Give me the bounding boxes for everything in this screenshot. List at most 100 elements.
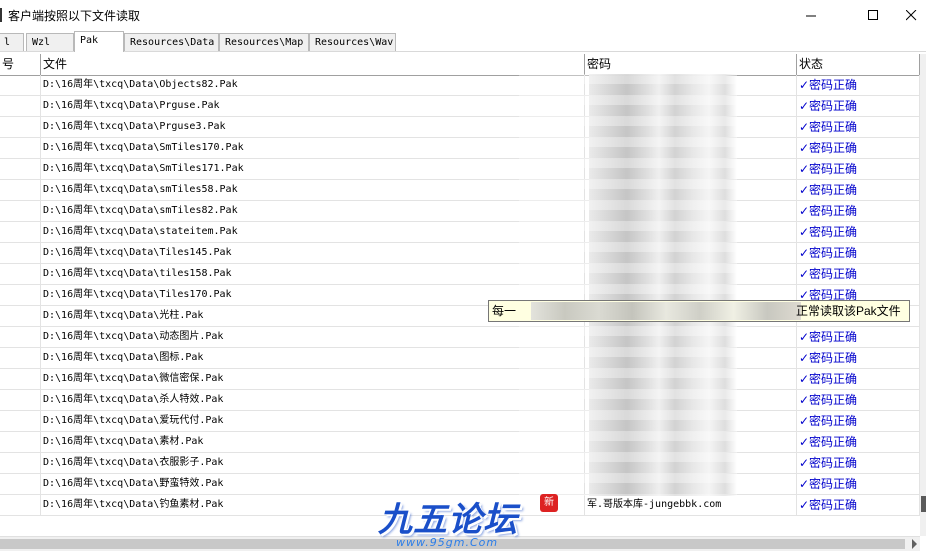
cell-file: D:\16周年\txcq\Data\Prguse3.Pak (41, 117, 585, 137)
tooltip-right-text: 正常读取该Pak文件 (796, 304, 901, 318)
cell-index (0, 243, 41, 263)
cell-file: D:\16周年\txcq\Data\素材.Pak (41, 432, 585, 452)
cell-status: ✓密码正确 (797, 390, 920, 410)
cell-index (0, 222, 41, 242)
cell-file: D:\16周年\txcq\Data\野蛮特效.Pak (41, 474, 585, 494)
vertical-scrollbar[interactable] (920, 54, 926, 536)
tab-resources-data[interactable]: Resources\Data (124, 33, 219, 51)
column-header-index[interactable]: 号 (0, 54, 41, 75)
table-row[interactable]: D:\16周年\txcq\Data\动态图片.Pak ✓密码正确 (0, 327, 920, 348)
cell-index (0, 327, 41, 347)
tab-resources-map[interactable]: Resources\Map (219, 33, 309, 51)
watermark-logo-text: 九五论坛 (378, 500, 518, 540)
title-bar: 客户端按照以下文件读取 (0, 0, 926, 30)
column-header-file[interactable]: 文件 (41, 54, 585, 75)
minimize-icon (805, 15, 816, 16)
cell-status: ✓密码正确 (797, 180, 920, 200)
cell-index (0, 159, 41, 179)
cell-index (0, 117, 41, 137)
cell-status: ✓密码正确 (797, 453, 920, 473)
table-row[interactable]: D:\16周年\txcq\Data\图标.Pak ✓密码正确 (0, 348, 920, 369)
close-button[interactable] (896, 0, 926, 30)
table-row[interactable]: D:\16周年\txcq\Data\衣服影子.Pak ✓密码正确 (0, 453, 920, 474)
scroll-right-arrow-icon[interactable] (912, 539, 917, 549)
cell-index (0, 432, 41, 452)
cell-status: ✓密码正确 (797, 264, 920, 284)
cell-status: ✓密码正确 (797, 327, 920, 347)
cell-index (0, 201, 41, 221)
table-row[interactable]: D:\16周年\txcq\Data\Tiles145.Pak ✓密码正确 (0, 243, 920, 264)
maximize-icon (867, 9, 878, 20)
cell-status: ✓密码正确 (797, 348, 920, 368)
cell-index (0, 369, 41, 389)
cell-status: ✓密码正确 (797, 201, 920, 221)
column-header-password[interactable]: 密码 (585, 54, 797, 75)
tab-first[interactable]: l (0, 33, 24, 51)
table-row[interactable]: D:\16周年\txcq\Data\Objects82.Pak ✓密码正确 (0, 75, 920, 96)
table-row[interactable]: D:\16周年\txcq\Data\smTiles82.Pak ✓密码正确 (0, 201, 920, 222)
cell-file: D:\16周年\txcq\Data\Prguse.Pak (41, 96, 585, 116)
table-row[interactable]: D:\16周年\txcq\Data\smTiles58.Pak ✓密码正确 (0, 180, 920, 201)
column-header-status[interactable]: 状态 (797, 54, 920, 75)
cell-status: ✓密码正确 (797, 369, 920, 389)
cell-status: ✓密码正确 (797, 75, 920, 95)
cell-index (0, 348, 41, 368)
cell-file: D:\16周年\txcq\Data\微信密保.Pak (41, 369, 585, 389)
table-row[interactable]: D:\16周年\txcq\Data\杀人特效.Pak ✓密码正确 (0, 390, 920, 411)
app-icon (0, 8, 2, 22)
cell-file: D:\16周年\txcq\Data\动态图片.Pak (41, 327, 585, 347)
table-row[interactable]: D:\16周年\txcq\Data\stateitem.Pak ✓密码正确 (0, 222, 920, 243)
cell-status: ✓密码正确 (797, 243, 920, 263)
table-row[interactable]: D:\16周年\txcq\Data\爱玩代付.Pak ✓密码正确 (0, 411, 920, 432)
cell-file: D:\16周年\txcq\Data\smTiles82.Pak (41, 201, 585, 221)
cell-index (0, 495, 41, 515)
table-row[interactable]: D:\16周年\txcq\Data\SmTiles171.Pak ✓密码正确 (0, 159, 920, 180)
tab-resources-wav[interactable]: Resources\Wav (309, 33, 396, 51)
cell-index (0, 306, 41, 326)
minimize-button[interactable] (788, 0, 834, 30)
file-table[interactable]: 号 文件 密码 状态 D:\16周年\txcq\Data\Objects82.P… (0, 54, 920, 516)
tooltip-left-text: 每一 (492, 304, 517, 318)
tab-pak[interactable]: Pak (74, 31, 124, 52)
cell-index (0, 453, 41, 473)
table-row[interactable]: D:\16周年\txcq\Data\SmTiles170.Pak ✓密码正确 (0, 138, 920, 159)
tooltip: 每一 正常读取该Pak文件 (488, 300, 910, 322)
cell-file: D:\16周年\txcq\Data\smTiles58.Pak (41, 180, 585, 200)
tab-wzl[interactable]: Wzl (26, 33, 74, 51)
cell-index (0, 411, 41, 431)
cell-file: D:\16周年\txcq\Data\Tiles145.Pak (41, 243, 585, 263)
cell-file: D:\16周年\txcq\Data\stateitem.Pak (41, 222, 585, 242)
cell-file: D:\16周年\txcq\Data\爱玩代付.Pak (41, 411, 585, 431)
cell-index (0, 96, 41, 116)
maximize-button[interactable] (850, 0, 896, 30)
table-row[interactable]: D:\16周年\txcq\Data\Prguse3.Pak ✓密码正确 (0, 117, 920, 138)
vertical-scroll-thumb[interactable] (921, 496, 926, 512)
tab-strip: l Wzl Pak Resources\Data Resources\Map R… (0, 31, 926, 52)
cell-status: ✓密码正确 (797, 474, 920, 494)
cell-file: D:\16周年\txcq\Data\Objects82.Pak (41, 75, 585, 95)
window-title: 客户端按照以下文件读取 (8, 9, 141, 23)
table-row[interactable]: D:\16周年\txcq\Data\Prguse.Pak ✓密码正确 (0, 96, 920, 117)
watermark-logo: 九五论坛 新 www.95gm.Com (374, 492, 564, 552)
cell-password: 军.哥版本库-jungebbk.com (585, 495, 797, 515)
cell-file: D:\16周年\txcq\Data\SmTiles170.Pak (41, 138, 585, 158)
table-row[interactable]: D:\16周年\txcq\Data\素材.Pak ✓密码正确 (0, 432, 920, 453)
cell-index (0, 138, 41, 158)
cell-status: ✓密码正确 (797, 96, 920, 116)
cell-index (0, 180, 41, 200)
cell-status: ✓密码正确 (797, 432, 920, 452)
cell-index (0, 474, 41, 494)
tooltip-redacted (531, 302, 801, 320)
cell-status: ✓密码正确 (797, 222, 920, 242)
cell-file: D:\16周年\txcq\Data\杀人特效.Pak (41, 390, 585, 410)
cell-index (0, 285, 41, 305)
cell-index (0, 75, 41, 95)
table-header: 号 文件 密码 状态 (0, 54, 920, 76)
redacted-passwords-overlay (519, 74, 737, 496)
table-row[interactable]: D:\16周年\txcq\Data\微信密保.Pak ✓密码正确 (0, 369, 920, 390)
table-row[interactable]: D:\16周年\txcq\Data\tiles158.Pak ✓密码正确 (0, 264, 920, 285)
cell-file: D:\16周年\txcq\Data\tiles158.Pak (41, 264, 585, 284)
close-icon (905, 9, 916, 20)
cell-file: D:\16周年\txcq\Data\图标.Pak (41, 348, 585, 368)
cell-index (0, 390, 41, 410)
